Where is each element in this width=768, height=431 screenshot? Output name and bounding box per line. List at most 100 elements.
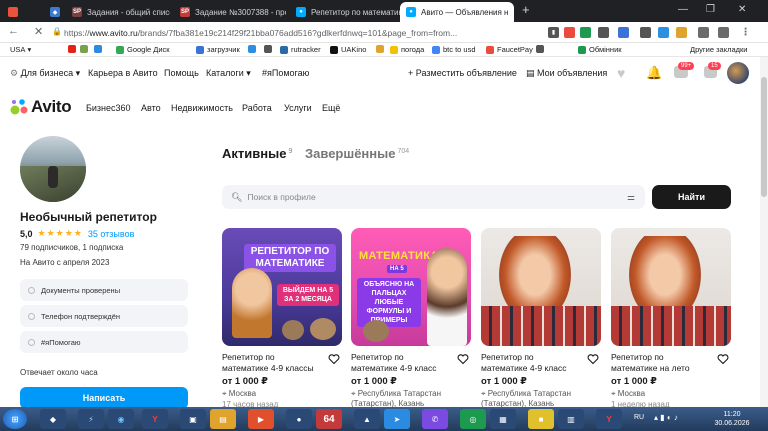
avito-logo[interactable]	[10, 98, 30, 118]
extension-icon[interactable]	[676, 27, 687, 38]
extensions-puzzle-icon[interactable]	[698, 27, 709, 38]
bookmark-btc[interactable]: btc to usd	[432, 45, 476, 54]
extension-icon[interactable]	[564, 27, 575, 38]
favorite-heart-icon[interactable]	[457, 353, 469, 365]
my-ads-link[interactable]: ▤ Мои объявления	[526, 68, 607, 79]
taskbar-app-7[interactable]: ▲	[354, 409, 380, 429]
tab-vk[interactable]: ◆	[44, 2, 66, 22]
taskbar-telegram[interactable]: ➤	[384, 409, 410, 429]
minimize-icon[interactable]: —	[678, 4, 688, 15]
listing-image[interactable]	[611, 228, 731, 346]
help-link[interactable]: Помощь	[164, 68, 199, 78]
clock[interactable]: 11:20 30.06.2026	[708, 410, 756, 428]
tab-tutor[interactable]: ● Репетитор по математике	[290, 2, 400, 22]
followers-text[interactable]: 79 подписчиков, 1 подписка	[20, 243, 123, 252]
bookmark-google-drive[interactable]: Google Диск	[116, 45, 170, 54]
listing-title[interactable]: Репетитор по математике 4-9 класс	[481, 352, 581, 374]
menu-icon[interactable]: ⋮	[740, 27, 751, 38]
taskbar-app-4[interactable]: ▣	[180, 409, 206, 429]
taskbar-app-5[interactable]: ▤	[210, 409, 236, 429]
bookmark-weather[interactable]: погода	[390, 45, 424, 54]
business-link[interactable]: ⚙ Для бизнеса ▾	[10, 68, 80, 79]
nav-services[interactable]: Услуги	[284, 103, 312, 113]
taskbar-app-11[interactable]: ▥	[558, 409, 584, 429]
taskbar-app-64[interactable]: 64	[316, 409, 342, 429]
taskbar-media[interactable]: ▶	[248, 409, 274, 429]
download-icon[interactable]	[718, 27, 729, 38]
bookmark-icon-2[interactable]	[94, 45, 105, 53]
tab-task-3007388[interactable]: SP Задание №3007388 - про	[174, 2, 286, 22]
nav-auto[interactable]: Авто	[141, 103, 161, 113]
extension-icon[interactable]	[618, 27, 629, 38]
bookmark-icon[interactable]: ▮	[548, 27, 559, 38]
badge-phone[interactable]: Телефон подтверждён	[20, 305, 188, 327]
reviews-link[interactable]: 35 отзывов	[88, 229, 135, 239]
bookmark-exchanger[interactable]: Обмінник	[578, 45, 622, 54]
extension-icon[interactable]	[598, 27, 609, 38]
tab-avito-active[interactable]: ● Авито — Объявления н ✕	[400, 2, 514, 22]
nav-realty[interactable]: Недвижимость	[171, 103, 233, 113]
search-button[interactable]: Найти	[652, 185, 731, 209]
avito-logo-text[interactable]: Avito	[31, 97, 72, 117]
language-indicator[interactable]: RU	[634, 414, 644, 421]
reload-icon[interactable]: ✕	[34, 25, 43, 38]
taskbar-app-10[interactable]: ■	[528, 409, 554, 429]
tab-app[interactable]	[2, 2, 24, 22]
close-window-icon[interactable]: ✕	[738, 4, 746, 15]
taskbar-app-1[interactable]: ◆	[40, 409, 66, 429]
nav-jobs[interactable]: Работа	[242, 103, 272, 113]
bookmark-yt[interactable]	[68, 45, 79, 53]
bell-icon[interactable]: 🔔	[646, 65, 662, 81]
bookmark-usa[interactable]: USA ▾	[10, 45, 31, 54]
bookmark-icon-3[interactable]	[248, 45, 259, 53]
bookmark-downloader[interactable]: загрузчик	[196, 45, 240, 54]
back-icon[interactable]: ←	[8, 25, 19, 37]
taskbar-viber[interactable]: ✆	[422, 409, 448, 429]
bookmark-uakino[interactable]: UAKino	[330, 45, 366, 54]
badge-documents[interactable]: Документы проверены	[20, 279, 188, 301]
taskbar-app-3[interactable]: ◉	[108, 409, 134, 429]
badge-ya-pomogayu[interactable]: #яПомогаю	[20, 331, 188, 353]
start-button[interactable]: ⊞	[3, 409, 27, 429]
bookmark-icon-4[interactable]	[264, 45, 275, 53]
taskbar-app-6[interactable]: ●	[286, 409, 312, 429]
write-message-button[interactable]: Написать	[20, 387, 188, 409]
tab-tasks[interactable]: SP Задания - общий список	[66, 2, 170, 22]
catalogs-link[interactable]: Каталоги ▾	[206, 68, 251, 79]
listing-title[interactable]: Репетитор по математике 4-9 классы	[222, 352, 322, 374]
bookmark-icon-6[interactable]	[536, 45, 547, 53]
career-link[interactable]: Карьера в Авито	[88, 68, 158, 78]
profile-avatar[interactable]	[20, 136, 86, 202]
nav-more[interactable]: Ещё	[322, 103, 340, 113]
taskbar-app-8[interactable]: ◎	[460, 409, 486, 429]
extension-icon[interactable]	[640, 27, 651, 38]
favorite-heart-icon[interactable]	[717, 353, 729, 365]
bookmark-icon-1[interactable]	[80, 45, 91, 53]
bookmark-rutracker[interactable]: rutracker	[280, 45, 321, 54]
taskbar-yandex[interactable]: Y	[142, 409, 168, 429]
new-tab-icon[interactable]: +	[522, 2, 530, 17]
listing-image[interactable]	[481, 228, 601, 346]
bookmark-icon-5[interactable]	[376, 45, 387, 53]
maximize-icon[interactable]: ❐	[706, 4, 715, 15]
listing-title[interactable]: Репетитор по математике 4-9 класс	[351, 352, 451, 374]
close-icon[interactable]: ✕	[508, 7, 514, 18]
listing-image[interactable]: РЕПЕТИТОР ПО МАТЕМАТИКЕ ВЫЙДЕМ НА 5 ЗА 2…	[222, 228, 342, 346]
ya-pomogayu-link[interactable]: #яПомогаю	[262, 68, 309, 78]
tab-active-listings[interactable]: Активные 9	[222, 146, 292, 161]
extension-icon[interactable]	[658, 27, 669, 38]
favorite-heart-icon[interactable]	[328, 353, 340, 365]
url-input[interactable]: https://www.avito.ru/brands/7fba381e19c2…	[64, 25, 534, 40]
bookmark-faucetpay[interactable]: FaucetPay	[486, 45, 533, 54]
taskbar-app-9[interactable]: ▦	[490, 409, 516, 429]
tray-icons[interactable]: ▴ ▮ ◐ ♪	[654, 413, 678, 422]
taskbar-app-2[interactable]: ⚡	[78, 409, 104, 429]
tab-finished-listings[interactable]: Завершённые 704	[305, 146, 409, 161]
post-ad-link[interactable]: + Разместить объявление	[408, 68, 517, 78]
profile-search-input[interactable]: 🔍︎ Поиск в профиле ⚌	[222, 185, 645, 209]
listing-title[interactable]: Репетитор по математике на лето	[611, 352, 711, 374]
extension-icon[interactable]	[580, 27, 591, 38]
lock-icon[interactable]: 🔒	[52, 27, 62, 36]
filter-icon[interactable]: ⚌	[627, 192, 635, 203]
taskbar-yandex-browser[interactable]: Y	[596, 409, 622, 429]
